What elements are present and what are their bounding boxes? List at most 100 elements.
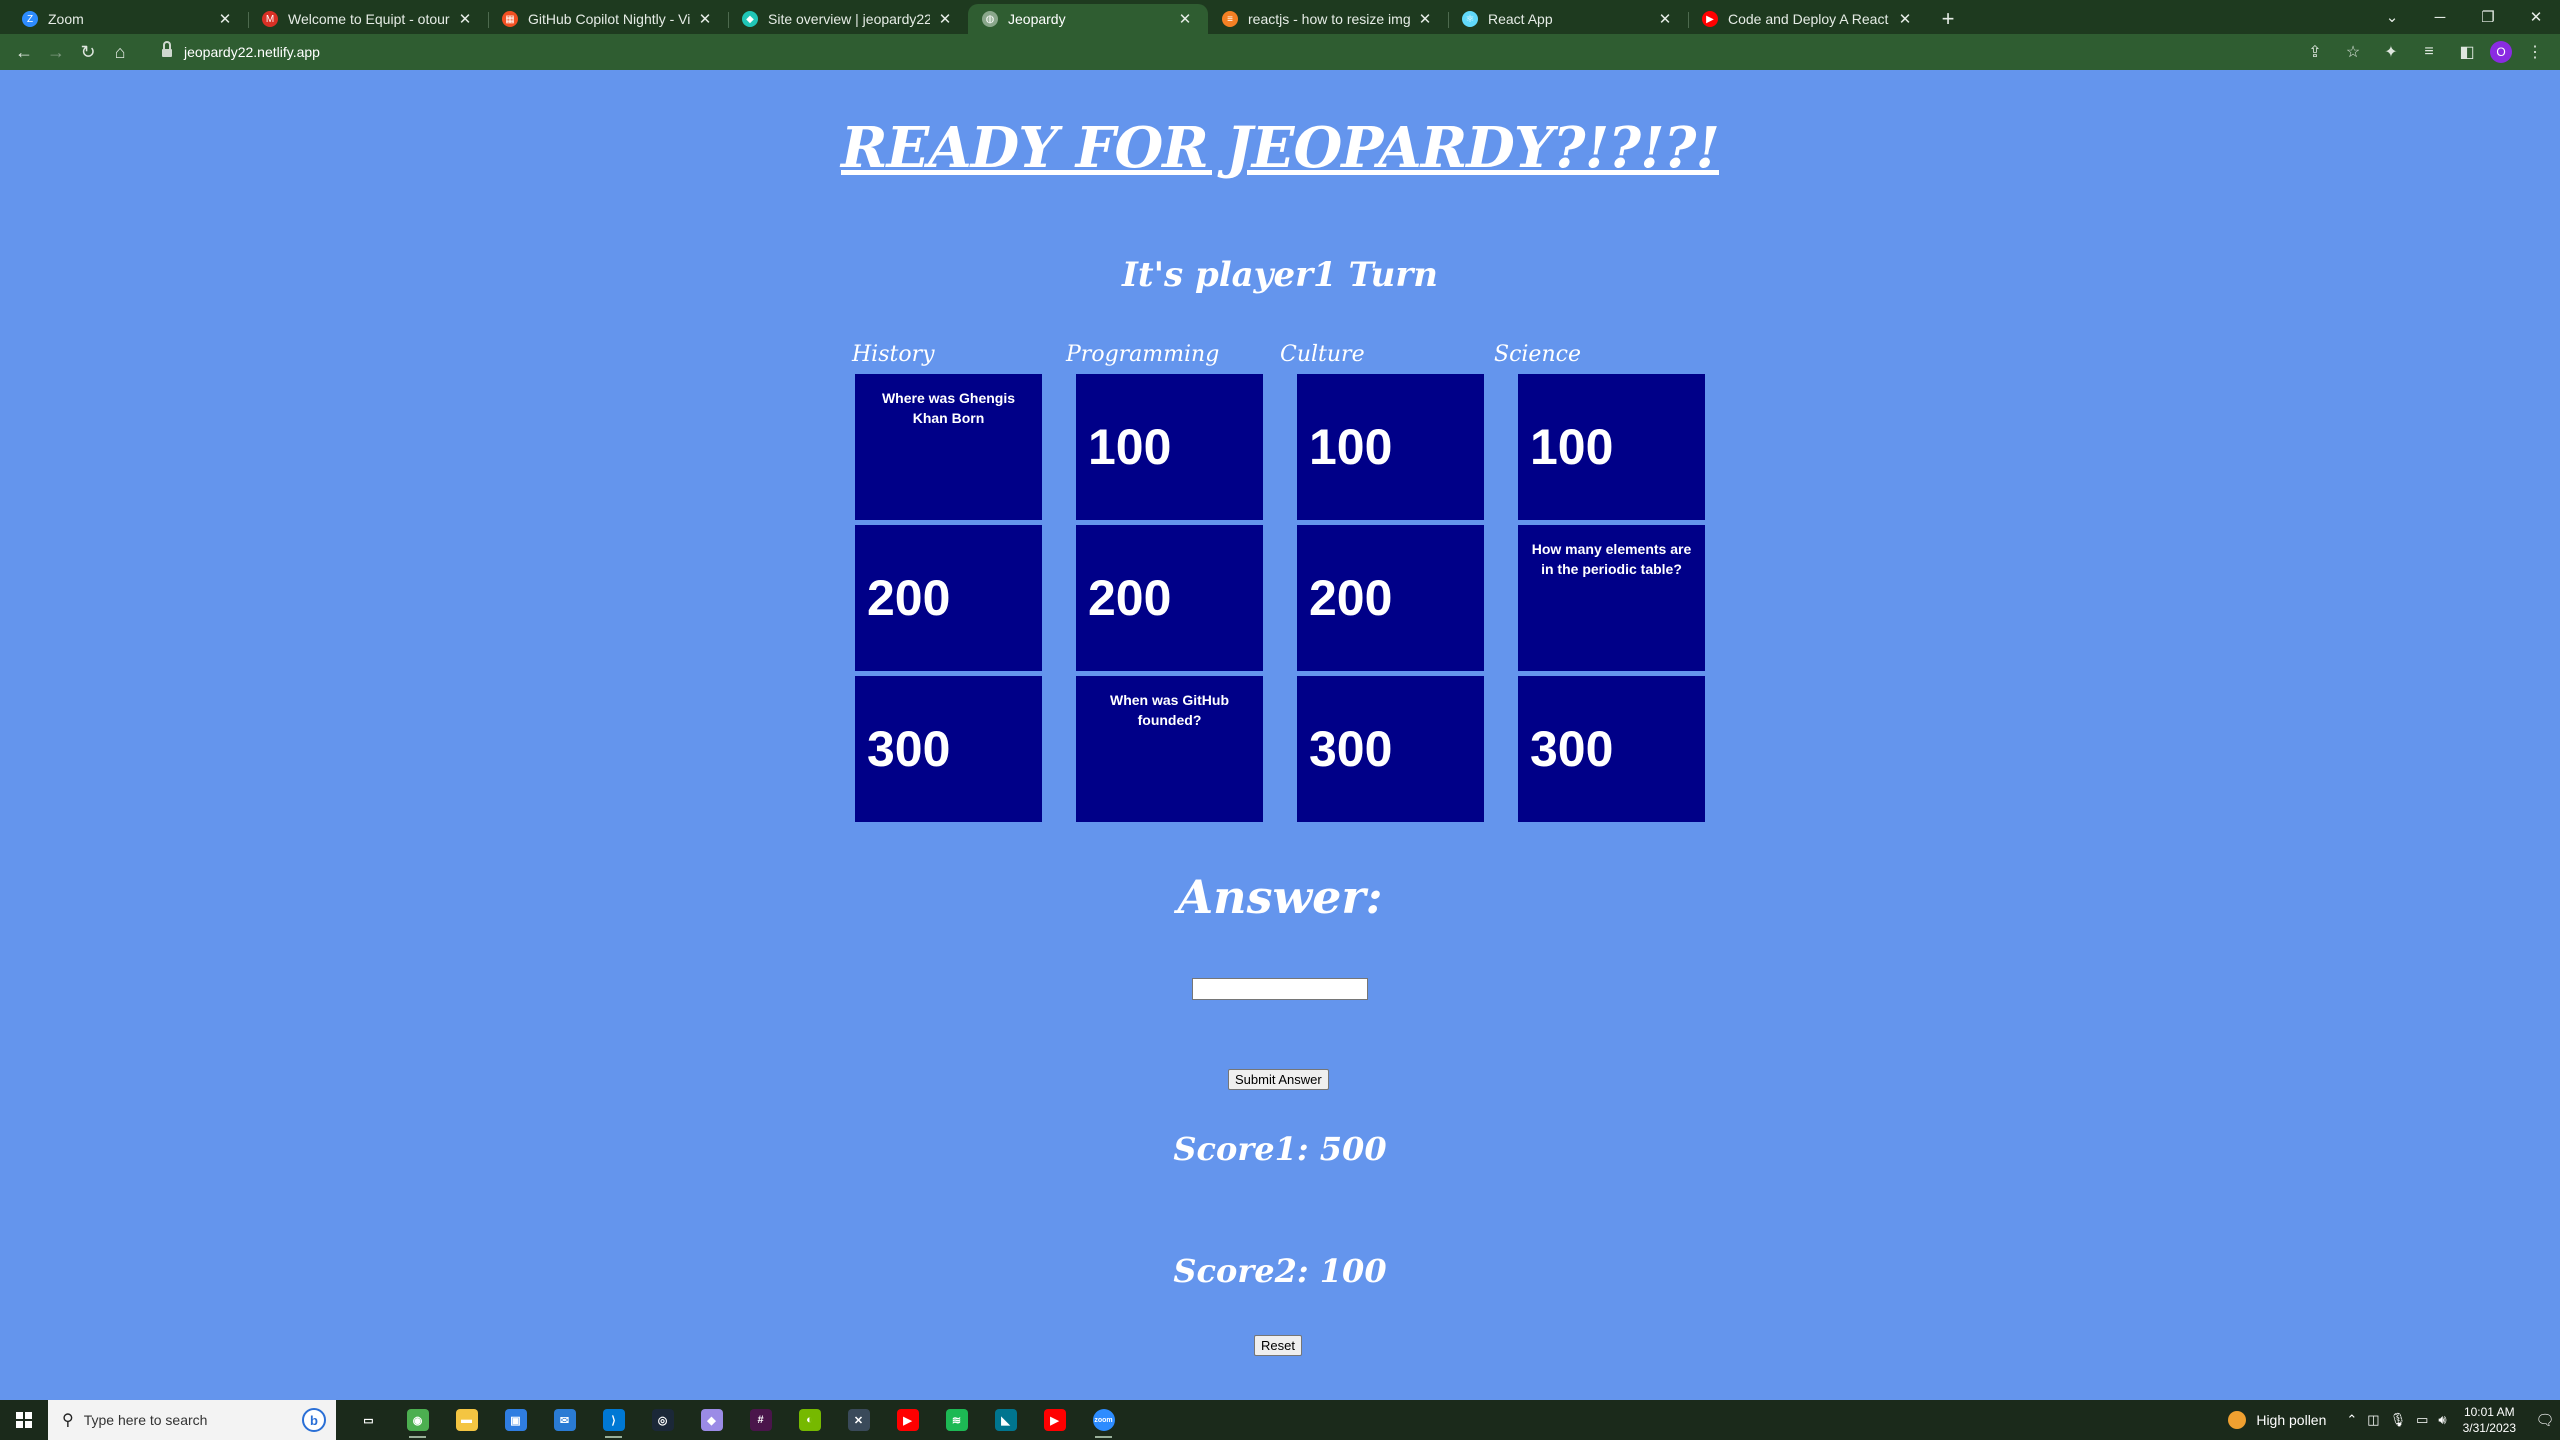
board-tile-value[interactable]: 300 xyxy=(1297,676,1484,822)
submit-answer-button[interactable]: Submit Answer xyxy=(1228,1069,1329,1090)
taskbar-app-15[interactable]: ▶ xyxy=(1030,1400,1079,1440)
zoom-icon: Z xyxy=(22,11,38,27)
xbox-icon: ✕ xyxy=(847,1409,870,1431)
board-tile-value[interactable]: 100 xyxy=(1518,374,1705,520)
toolbar-actions: ⇪ ☆ ✦ ≡ ◧ O ⋮ xyxy=(2300,34,2550,70)
browser-tab-1[interactable]: Z Zoom ✕ xyxy=(8,4,248,34)
camera-icon[interactable]: ◫ xyxy=(2367,1412,2379,1428)
address-bar[interactable]: jeopardy22.netlify.app xyxy=(146,37,2326,67)
clock-time: 10:01 AM xyxy=(2463,1405,2515,1419)
new-tab-button[interactable]: + xyxy=(1928,4,1968,34)
answer-input[interactable] xyxy=(1192,978,1368,1000)
board-tile-value[interactable]: 200 xyxy=(1076,525,1263,671)
taskbar-app-9[interactable]: # xyxy=(736,1400,785,1440)
back-icon[interactable]: ← xyxy=(8,36,40,68)
taskbar-app-10[interactable]: ◐ xyxy=(785,1400,834,1440)
close-tab-icon[interactable]: ✕ xyxy=(1656,10,1674,28)
close-tab-icon[interactable]: ✕ xyxy=(1416,10,1434,28)
board-tile-value[interactable]: 100 xyxy=(1076,374,1263,520)
taskbar-app-12[interactable]: ▶ xyxy=(883,1400,932,1440)
reset-button[interactable]: Reset xyxy=(1254,1335,1302,1356)
profile-avatar[interactable]: O xyxy=(2490,41,2512,63)
board-tile-question[interactable]: When was GitHub founded? xyxy=(1076,676,1263,822)
notifications-icon[interactable]: 🗨︎ xyxy=(2530,1411,2560,1429)
turn-indicator: It's player1 Turn xyxy=(1121,255,1439,295)
browser-tab-bar: Z Zoom ✕ M Welcome to Equipt - otouray14@ ✕ ▦ G… xyxy=(0,0,2560,34)
close-window-icon[interactable]: ✕ xyxy=(2512,8,2560,26)
taskbar-app-4[interactable]: ▣ xyxy=(491,1400,540,1440)
weather-widget[interactable]: High pollen xyxy=(2228,1411,2326,1429)
close-tab-icon[interactable]: ✕ xyxy=(1176,10,1194,28)
react-icon: ⚛ xyxy=(1462,11,1478,27)
taskbar-apps: ▭ ◉ ▬ ▣ ✉ ⟩ ◎ ◆ # ◐ ✕ ▶ ≋ ◣ ▶ zoom xyxy=(344,1400,1128,1440)
taskbar-app-6[interactable]: ⟩ xyxy=(589,1400,638,1440)
browser-tab-2[interactable]: M Welcome to Equipt - otouray14@ ✕ xyxy=(248,4,488,34)
microphone-icon[interactable]: 🎙︎ xyxy=(2390,1412,2407,1428)
extensions-icon[interactable]: ✦ xyxy=(2376,37,2406,67)
browser-tab-5[interactable]: ◍ Jeopardy ✕ xyxy=(968,4,1208,34)
board-tile-question[interactable]: How many elements are in the periodic ta… xyxy=(1518,525,1705,671)
lock-icon[interactable] xyxy=(162,41,172,58)
question-grid: Where was Ghengis Khan Born 100 100 100 200 2… xyxy=(855,374,1708,822)
bing-icon[interactable]: b xyxy=(302,1408,326,1432)
weather-text: High pollen xyxy=(2256,1412,2327,1428)
tab-search-icon[interactable]: ⌄ xyxy=(2368,8,2416,26)
browser-toolbar: ← → ↻ ⌂ jeopardy22.netlify.app ⇪ ☆ ✦ ≡ ◧… xyxy=(0,34,2560,70)
taskbar-app-13[interactable]: ≋ xyxy=(932,1400,981,1440)
restore-icon[interactable]: ❐ xyxy=(2464,8,2512,26)
taskbar-app-8[interactable]: ◆ xyxy=(687,1400,736,1440)
taskbar-app-16[interactable]: zoom xyxy=(1079,1400,1128,1440)
minimize-icon[interactable]: ─ xyxy=(2416,9,2464,26)
close-tab-icon[interactable]: ✕ xyxy=(1896,10,1914,28)
chevron-up-icon[interactable]: ⌃ xyxy=(2346,1412,2357,1428)
youtube-icon: ▶ xyxy=(1043,1409,1066,1431)
close-tab-icon[interactable]: ✕ xyxy=(216,10,234,28)
share-icon[interactable]: ⇪ xyxy=(2300,37,2330,67)
menu-kebab-icon[interactable]: ⋮ xyxy=(2520,37,2550,67)
board-tile-value[interactable]: 200 xyxy=(1297,525,1484,671)
board-tile-question[interactable]: Where was Ghengis Khan Born xyxy=(855,374,1042,520)
microsoft-icon: ▦ xyxy=(502,11,518,27)
close-tab-icon[interactable]: ✕ xyxy=(456,10,474,28)
close-tab-icon[interactable]: ✕ xyxy=(696,10,714,28)
close-tab-icon[interactable]: ✕ xyxy=(936,10,954,28)
taskbar-app-2[interactable]: ◉ xyxy=(393,1400,442,1440)
home-icon[interactable]: ⌂ xyxy=(104,36,136,68)
board-tile-value[interactable]: 300 xyxy=(855,676,1042,822)
taskbar-search[interactable]: ⚲ Type here to search b xyxy=(48,1400,336,1440)
tab-label: Zoom xyxy=(48,11,84,27)
stackoverflow-icon: ≡ xyxy=(1222,11,1238,27)
chrome-icon: ◉ xyxy=(406,1409,429,1431)
taskbar-app-7[interactable]: ◎ xyxy=(638,1400,687,1440)
browser-tab-6[interactable]: ≡ reactjs - how to resize img in Rea ✕ xyxy=(1208,4,1448,34)
file-explorer-icon: ▬ xyxy=(455,1409,478,1431)
windows-logo-icon xyxy=(16,1412,32,1428)
forward-icon[interactable]: → xyxy=(40,36,72,68)
browser-tab-4[interactable]: ◆ Site overview | jeopardy22 ✕ xyxy=(728,4,968,34)
mysql-workbench-icon: ◣ xyxy=(994,1409,1017,1431)
reload-icon[interactable]: ↻ xyxy=(72,36,104,68)
reading-list-icon[interactable]: ≡ xyxy=(2414,37,2444,67)
taskbar-app-5[interactable]: ✉ xyxy=(540,1400,589,1440)
side-panel-icon[interactable]: ◧ xyxy=(2452,37,2482,67)
clock[interactable]: 10:01 AM 3/31/2023 xyxy=(2463,1404,2516,1436)
board-tile-value[interactable]: 300 xyxy=(1518,676,1705,822)
volume-icon[interactable]: 🔊︎ xyxy=(2438,1412,2446,1428)
taskbar-app-3[interactable]: ▬ xyxy=(442,1400,491,1440)
task-view-icon: ▭ xyxy=(357,1409,380,1431)
tab-label: Welcome to Equipt - otouray14@ xyxy=(288,11,450,27)
browser-tab-7[interactable]: ⚛ React App ✕ xyxy=(1448,4,1688,34)
start-button[interactable] xyxy=(0,1400,48,1440)
taskbar-app-14[interactable]: ◣ xyxy=(981,1400,1030,1440)
bookmark-star-icon[interactable]: ☆ xyxy=(2338,37,2368,67)
taskbar-app-1[interactable]: ▭ xyxy=(344,1400,393,1440)
jeopardy-board: History Programming Culture Science Where w… xyxy=(852,342,1708,822)
taskbar-app-11[interactable]: ✕ xyxy=(834,1400,883,1440)
clock-date: 3/31/2023 xyxy=(2462,1421,2516,1435)
board-tile-value[interactable]: 200 xyxy=(855,525,1042,671)
network-icon[interactable]: ▭ xyxy=(2416,1412,2428,1428)
browser-tab-8[interactable]: ▶ Code and Deploy A React Portfol ✕ xyxy=(1688,4,1928,34)
youtube-music-icon: ▶ xyxy=(896,1409,919,1431)
browser-tab-3[interactable]: ▦ GitHub Copilot Nightly - Visual S ✕ xyxy=(488,4,728,34)
board-tile-value[interactable]: 100 xyxy=(1297,374,1484,520)
